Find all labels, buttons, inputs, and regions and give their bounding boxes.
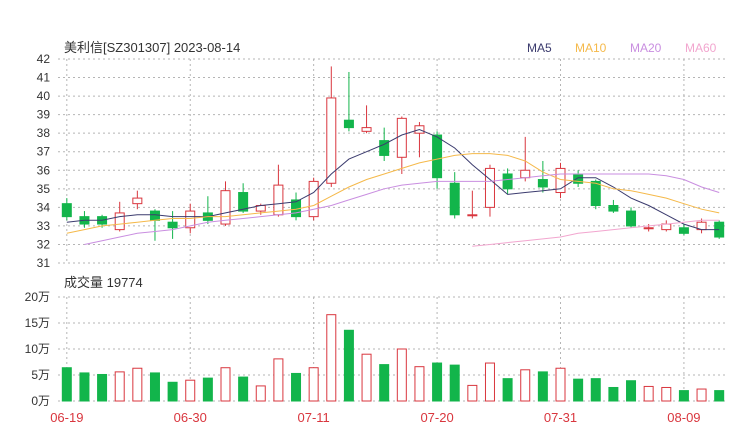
price-tick-label: 34 bbox=[37, 200, 51, 214]
candle-body bbox=[149, 210, 160, 221]
volume-bar bbox=[714, 390, 725, 402]
volume-bar bbox=[149, 372, 160, 402]
volume-bar bbox=[573, 378, 584, 402]
candle-body bbox=[678, 227, 689, 234]
volume-tick-label: 0万 bbox=[31, 394, 50, 408]
volume-bar bbox=[273, 358, 284, 402]
volume-bar bbox=[308, 367, 319, 402]
x-tick-label: 06-19 bbox=[50, 410, 83, 425]
price-tick-label: 42 bbox=[37, 52, 51, 66]
volume-bar bbox=[661, 386, 672, 402]
price-tick-label: 39 bbox=[37, 108, 51, 122]
legend-ma5: MA5 bbox=[527, 41, 552, 55]
candle-body bbox=[626, 210, 637, 227]
volume-bar bbox=[238, 376, 249, 402]
volume-bar bbox=[678, 390, 689, 402]
volume-bar bbox=[555, 367, 566, 402]
volume-title: 成交量 19774 bbox=[64, 275, 143, 290]
candle-body bbox=[520, 169, 531, 179]
volume-bar bbox=[185, 379, 196, 402]
price-tick-label: 33 bbox=[37, 219, 51, 233]
candle-body bbox=[608, 205, 619, 212]
x-tick-label: 07-20 bbox=[420, 410, 453, 425]
volume-bar bbox=[291, 372, 302, 402]
volume-tick-label: 5万 bbox=[31, 368, 50, 382]
candle-body bbox=[132, 197, 143, 205]
price-tick-label: 40 bbox=[37, 89, 51, 103]
price-tick-label: 32 bbox=[37, 237, 51, 251]
volume-bar bbox=[114, 371, 125, 402]
candle-body bbox=[484, 167, 495, 208]
price-tick-label: 31 bbox=[37, 256, 51, 270]
volume-bar bbox=[414, 366, 425, 402]
candle-body bbox=[61, 203, 72, 218]
ma-line-ma10 bbox=[66, 153, 720, 234]
volume-bar bbox=[467, 384, 478, 402]
volume-bar bbox=[432, 362, 443, 402]
volume-bar bbox=[167, 381, 178, 402]
candle-body bbox=[643, 227, 654, 230]
x-tick-label: 08-09 bbox=[667, 410, 700, 425]
x-tick-label: 06-30 bbox=[174, 410, 207, 425]
volume-bar bbox=[255, 385, 266, 402]
volume-bar bbox=[220, 367, 231, 402]
ma-line-ma20 bbox=[84, 173, 720, 245]
volume-bar bbox=[379, 364, 390, 402]
volume-bar bbox=[79, 372, 90, 402]
volume-bar bbox=[643, 385, 654, 402]
candle-body bbox=[343, 119, 354, 129]
volume-tick-label: 20万 bbox=[25, 290, 50, 304]
x-tick-label: 07-31 bbox=[544, 410, 577, 425]
volume-bar bbox=[537, 371, 548, 402]
ma-line-ma5 bbox=[66, 128, 720, 231]
candle-body bbox=[396, 117, 407, 158]
legend-ma60: MA60 bbox=[685, 41, 717, 55]
volume-tick-label: 15万 bbox=[25, 316, 50, 330]
price-tick-label: 37 bbox=[37, 145, 51, 159]
volume-bar bbox=[396, 348, 407, 402]
legend-ma20: MA20 bbox=[630, 41, 662, 55]
legend-ma10: MA10 bbox=[575, 41, 607, 55]
candle-body bbox=[537, 179, 548, 188]
candle-body bbox=[361, 127, 372, 132]
candle-body bbox=[326, 97, 337, 184]
stock-chart: 31 32 33 34 35 36 37 38 39 40 41 42 0万 5万 10万 15万 20万 06-… bbox=[0, 0, 740, 440]
volume-bar bbox=[97, 373, 108, 402]
candle-body bbox=[502, 173, 513, 190]
candle-body bbox=[114, 212, 125, 231]
candle-body bbox=[467, 214, 478, 217]
candle-body bbox=[220, 190, 231, 225]
price-tick-label: 41 bbox=[37, 71, 51, 85]
volume-bar bbox=[343, 329, 354, 402]
chart-title: 美利信[SZ301307] 2023-08-14 bbox=[64, 40, 240, 55]
volume-bar bbox=[202, 377, 213, 402]
candle-body bbox=[308, 180, 319, 218]
volume-bar bbox=[608, 386, 619, 402]
candle-body bbox=[590, 180, 601, 207]
candle-body bbox=[432, 134, 443, 179]
volume-bar bbox=[132, 367, 143, 402]
volume-bar bbox=[590, 378, 601, 402]
volume-bar bbox=[61, 367, 72, 402]
volume-bar bbox=[449, 364, 460, 402]
candle-body bbox=[449, 182, 460, 216]
x-tick-label: 07-11 bbox=[298, 410, 330, 425]
volume-tick-label: 10万 bbox=[25, 342, 50, 356]
volume-bar bbox=[361, 353, 372, 402]
price-tick-label: 36 bbox=[37, 163, 51, 177]
price-tick-label: 38 bbox=[37, 126, 51, 140]
volume-bar bbox=[502, 378, 513, 402]
price-tick-label: 35 bbox=[37, 182, 51, 196]
candle-body bbox=[167, 221, 178, 229]
volume-bar bbox=[696, 388, 707, 402]
chart-canvas: 31 32 33 34 35 36 37 38 39 40 41 42 0万 5万 10万 15万 20万 06-… bbox=[25, 40, 728, 425]
volume-bar bbox=[520, 369, 531, 402]
volume-bar bbox=[626, 380, 637, 402]
volume-bar bbox=[326, 314, 337, 402]
volume-bar bbox=[484, 362, 495, 402]
